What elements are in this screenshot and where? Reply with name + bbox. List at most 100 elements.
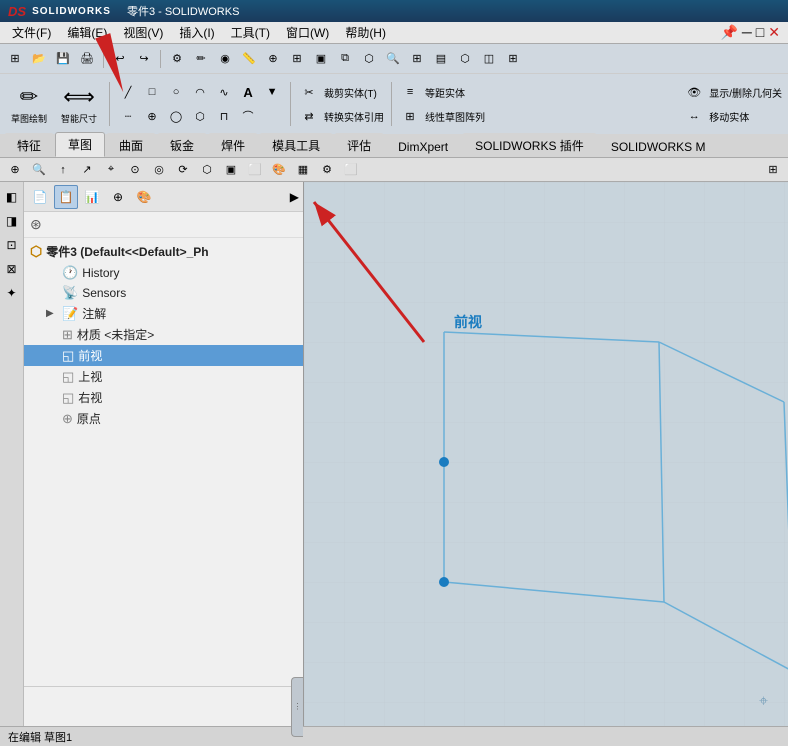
more1-btn[interactable]: ▣	[310, 48, 332, 70]
view-sphere-btn[interactable]: ⊙	[124, 159, 146, 181]
menu-window[interactable]: 窗口(W)	[278, 22, 337, 43]
panel-more[interactable]: ▶	[290, 190, 299, 204]
more7-btn[interactable]: ◫	[478, 48, 500, 70]
left-icon-2[interactable]: ◨	[1, 210, 23, 232]
3d-btn[interactable]: ◉	[214, 48, 236, 70]
view-section-btn[interactable]: ⟳	[172, 159, 194, 181]
left-icon-4[interactable]: ⊠	[1, 258, 23, 280]
feature-manager-btn[interactable]: 📄	[28, 185, 52, 209]
property-manager-btn[interactable]: 📋	[54, 185, 78, 209]
view-realview-btn[interactable]: 🎨	[268, 159, 290, 181]
offset-btn[interactable]: ⊓	[213, 105, 235, 127]
toolbar-maximize[interactable]: □	[756, 24, 764, 41]
search-btn[interactable]: 🔍	[382, 48, 404, 70]
redo-btn[interactable]: ↪	[133, 48, 155, 70]
tree-item-top[interactable]: ◱ 上视	[24, 366, 303, 387]
view-shadows-btn[interactable]: ⬜	[244, 159, 266, 181]
menu-tools[interactable]: 工具(T)	[223, 22, 278, 43]
tree-item-origin[interactable]: ⊕ 原点	[24, 408, 303, 429]
view-zoom-btn[interactable]: 🔍	[28, 159, 50, 181]
toolbar-close[interactable]: ✕	[768, 24, 780, 41]
menu-help[interactable]: 帮助(H)	[337, 22, 394, 43]
menu-view[interactable]: 视图(V)	[115, 22, 171, 43]
tab-weldment[interactable]: 焊件	[208, 133, 258, 157]
measure-btn[interactable]: 📏	[238, 48, 260, 70]
move-btn[interactable]: ↔	[683, 105, 705, 127]
spline-btn[interactable]: ∿	[213, 81, 235, 103]
open-btn[interactable]: 📂	[28, 48, 50, 70]
trim-btn[interactable]: ✂	[298, 81, 320, 103]
tab-feature[interactable]: 特征	[4, 133, 54, 157]
canvas-area[interactable]: 前视 ⌖	[304, 182, 788, 726]
display-btn[interactable]: 👁	[683, 81, 705, 103]
reference-btn[interactable]: ⊕	[262, 48, 284, 70]
tab-sw-addins[interactable]: SOLIDWORKS 插件	[462, 133, 597, 157]
midpoint-btn[interactable]: ⊕	[141, 105, 163, 127]
tab-surface[interactable]: 曲面	[106, 133, 156, 157]
view-pan-btn[interactable]: ↑	[52, 159, 74, 181]
more4-btn[interactable]: ⊞	[406, 48, 428, 70]
convert-btn[interactable]: ⇄	[298, 105, 320, 127]
tree-item-right[interactable]: ◱ 右视	[24, 387, 303, 408]
left-icon-5[interactable]: ✦	[1, 282, 23, 304]
sketch-icon-sm[interactable]: ✏	[190, 48, 212, 70]
view-hideline-btn[interactable]: ⬡	[196, 159, 218, 181]
tree-root[interactable]: ⬡ 零件3 (Default<<Default>_Ph	[24, 240, 303, 263]
tab-dimxpert[interactable]: DimXpert	[385, 136, 461, 157]
print-btn[interactable]: 🖨	[76, 48, 98, 70]
view-center-btn[interactable]: ⌖	[100, 159, 122, 181]
view-display-btn[interactable]: ◎	[148, 159, 170, 181]
options-btn[interactable]: ⚙	[166, 48, 188, 70]
tree-item-history[interactable]: 🕐 History	[24, 263, 303, 283]
save-btn[interactable]: 💾	[52, 48, 74, 70]
linear-btn[interactable]: ⊞	[399, 105, 421, 127]
tree-item-sensors[interactable]: 📡 Sensors	[24, 283, 303, 303]
ellipse-btn[interactable]: ◯	[165, 105, 187, 127]
tab-sketch[interactable]: 草图	[55, 132, 105, 157]
view-extra-btn[interactable]: ⬜	[340, 159, 362, 181]
circle-btn[interactable]: ○	[165, 81, 187, 103]
rect-btn[interactable]: □	[141, 81, 163, 103]
menu-file[interactable]: 文件(F)	[4, 22, 59, 43]
pin-icon[interactable]: 📌	[720, 24, 737, 41]
more2-btn[interactable]: ⧉	[334, 48, 356, 70]
grid-btn[interactable]: ⊞	[286, 48, 308, 70]
panel-handle[interactable]: ⋮	[291, 677, 303, 737]
tab-sheetmetal[interactable]: 钣金	[157, 133, 207, 157]
view-rotate-btn[interactable]: ↗	[76, 159, 98, 181]
polygon-btn[interactable]: ⬡	[189, 105, 211, 127]
more3-btn[interactable]: ⬡	[358, 48, 380, 70]
config-manager-btn[interactable]: 📊	[80, 185, 104, 209]
tree-item-annotations[interactable]: ▶ 📝 注解	[24, 303, 303, 324]
menu-edit[interactable]: 编辑(E)	[59, 22, 115, 43]
view-scene-btn[interactable]: ⚙	[316, 159, 338, 181]
more5-btn[interactable]: ▤	[430, 48, 452, 70]
new-btn[interactable]: ⊞	[4, 48, 26, 70]
fillet-btn[interactable]: ⌒	[237, 105, 259, 127]
toolbar-minimize[interactable]: ─	[742, 24, 752, 41]
more8-btn[interactable]: ⊞	[502, 48, 524, 70]
menu-insert[interactable]: 插入(I)	[171, 22, 222, 43]
arc-btn[interactable]: ◠	[189, 81, 211, 103]
more-shapes-btn[interactable]: ▼	[261, 81, 283, 103]
sketch-draw-btn[interactable]: ✏ 草图绘制	[6, 78, 52, 130]
view-mode-btn[interactable]: ⊞	[762, 159, 784, 181]
line-btn[interactable]: ╱	[117, 81, 139, 103]
text-btn[interactable]: A	[237, 81, 259, 103]
tab-evaluate[interactable]: 评估	[334, 133, 384, 157]
view-shaded-btn[interactable]: ▣	[220, 159, 242, 181]
centerline-btn[interactable]: ┄	[117, 105, 139, 127]
smart-dim-btn[interactable]: ⟺ 智能尺寸	[56, 78, 102, 130]
left-icon-3[interactable]: ⊡	[1, 234, 23, 256]
tree-item-front[interactable]: ◱ 前视	[24, 345, 303, 366]
tab-sw-more[interactable]: SOLIDWORKS M	[598, 136, 719, 157]
appearance-btn[interactable]: 🎨	[132, 185, 156, 209]
equal-btn[interactable]: ≡	[399, 81, 421, 103]
view-ambient-btn[interactable]: ▦	[292, 159, 314, 181]
tab-mold[interactable]: 模具工具	[259, 133, 333, 157]
view-orient-btn[interactable]: ⊕	[4, 159, 26, 181]
more6-btn[interactable]: ⬡	[454, 48, 476, 70]
add-btn[interactable]: ⊕	[106, 185, 130, 209]
tree-item-material[interactable]: ⊞ 材质 <未指定>	[24, 324, 303, 345]
left-icon-1[interactable]: ◧	[1, 186, 23, 208]
